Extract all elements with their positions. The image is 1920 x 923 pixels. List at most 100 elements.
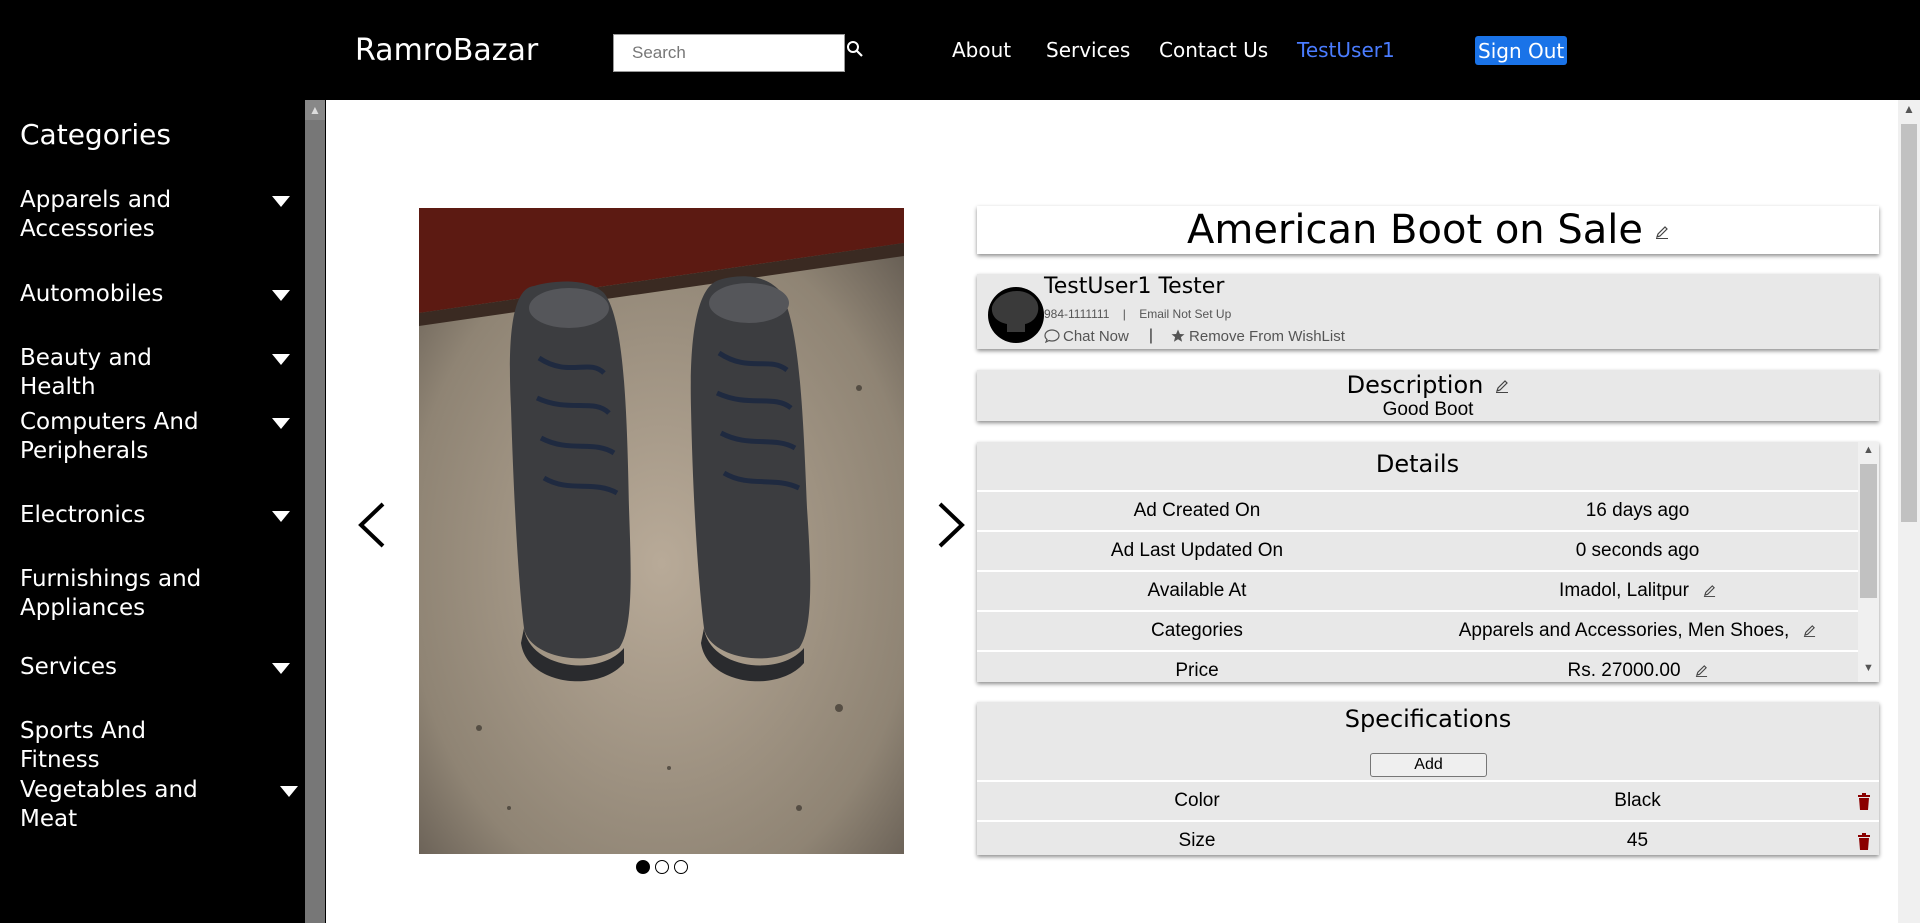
scrollbar-thumb[interactable] (1901, 124, 1917, 522)
sidebar-item-label: Sports And Fitness (20, 718, 146, 773)
details-title: Details (1375, 450, 1460, 478)
caret-down-icon[interactable] (272, 418, 290, 429)
details-value: Imadol, Lalitpur (1559, 580, 1689, 601)
sidebar-item-label: Furnishings and Appliances (20, 566, 202, 621)
details-key: Ad Last Updated On (1110, 540, 1284, 561)
details-value: Rs. 27000.00 (1567, 660, 1681, 681)
carousel-dot[interactable] (655, 860, 669, 874)
description-title: Description (1346, 371, 1484, 399)
sidebar-item-apparels[interactable]: Apparels and Accessories (20, 186, 290, 244)
page-scrollbar[interactable]: ▲ (1898, 100, 1920, 923)
sidebar-item-automobiles[interactable]: Automobiles (20, 280, 290, 309)
nav-services[interactable]: Services (1046, 38, 1130, 62)
search-icon[interactable] (846, 40, 864, 58)
nav-contact[interactable]: Contact Us (1159, 38, 1268, 62)
edit-pencil-icon[interactable] (1803, 624, 1816, 638)
sidebar-item-vegetables[interactable]: Vegetables and Meat (20, 776, 298, 834)
search-input[interactable] (614, 35, 844, 71)
chat-bubble-icon[interactable] (1044, 329, 1060, 343)
brand-logo[interactable]: RamroBazar (355, 33, 538, 68)
carousel-indicators (636, 860, 688, 874)
sidebar-item-electronics[interactable]: Electronics (20, 501, 290, 530)
edit-pencil-icon[interactable] (1495, 379, 1509, 393)
details-key: Available At (1147, 580, 1247, 601)
details-value: 16 days ago (1585, 500, 1690, 521)
sidebar-item-label: Computers And Peripherals (20, 409, 199, 464)
caret-down-icon[interactable] (280, 786, 298, 797)
sidebar-item-computers[interactable]: Computers And Peripherals (20, 408, 290, 466)
details-value-wrap: Apparels and Accessories, Men Shoes, (1417, 612, 1858, 650)
sidebar-item-label: Beauty and Health (20, 345, 152, 400)
carousel-prev-button[interactable] (353, 500, 393, 550)
details-panel: Details Ad Created On 16 days ago Ad Las… (977, 442, 1879, 682)
sidebar-item-beauty-health[interactable]: Beauty and Health (20, 344, 290, 402)
edit-pencil-icon[interactable] (1695, 664, 1708, 678)
spec-value: Black (1614, 790, 1661, 811)
caret-down-icon[interactable] (272, 290, 290, 301)
sidebar-item-furnishings[interactable]: Furnishings and Appliances (20, 565, 290, 623)
trash-icon[interactable] (1857, 833, 1871, 850)
star-icon[interactable] (1171, 329, 1185, 343)
seller-email: Email Not Set Up (1139, 307, 1232, 321)
nav-user-profile[interactable]: TestUser1 (1297, 38, 1395, 62)
specifications-panel: Specifications Add Color Black Size 45 (977, 702, 1879, 855)
edit-pencil-icon[interactable] (1655, 225, 1669, 239)
sidebar-item-label: Vegetables and Meat (20, 777, 198, 832)
seller-actions: Chat Now | Remove From WishList (1044, 327, 1345, 345)
spec-value: 45 (1626, 830, 1649, 851)
chat-now-link[interactable]: Chat Now (1063, 328, 1129, 345)
details-key: Categories (1151, 620, 1243, 641)
search-box[interactable] (613, 34, 845, 72)
sidebar-scrollbar[interactable]: ▲ (305, 100, 325, 923)
remove-wishlist-link[interactable]: Remove From WishList (1189, 328, 1345, 345)
seller-name[interactable]: TestUser1 Tester (1044, 274, 1224, 299)
edit-pencil-icon[interactable] (1703, 584, 1716, 598)
description-heading: Description (977, 370, 1879, 400)
carousel-dot[interactable] (636, 860, 650, 874)
seller-panel: TestUser1 Tester 984-1111111 | Email Not… (977, 274, 1879, 349)
add-specification-button[interactable]: Add (1370, 753, 1487, 777)
specifications-title: Specifications (1344, 705, 1512, 733)
specification-row: Size 45 (977, 820, 1879, 860)
caret-down-icon[interactable] (272, 511, 290, 522)
categories-title: Categories (20, 118, 171, 151)
seller-phone: 984-1111111 (1044, 307, 1110, 321)
details-row: Ad Last Updated On 0 seconds ago (977, 530, 1858, 570)
trash-icon[interactable] (1857, 793, 1871, 810)
details-row: Ad Created On 16 days ago (977, 490, 1858, 530)
scroll-up-icon[interactable]: ▲ (1858, 444, 1879, 462)
sidebar-item-label: Electronics (20, 502, 146, 528)
scroll-up-icon[interactable]: ▲ (305, 100, 325, 120)
caret-down-icon[interactable] (272, 354, 290, 365)
carousel-dot[interactable] (674, 860, 688, 874)
caret-down-icon[interactable] (272, 196, 290, 207)
details-value-wrap: Imadol, Lalitpur (1417, 572, 1858, 610)
seller-contact: 984-1111111 | Email Not Set Up (1044, 307, 1231, 321)
caret-down-icon[interactable] (272, 663, 290, 674)
details-row: Price Rs. 27000.00 (977, 650, 1858, 682)
description-panel: Description Good Boot (977, 370, 1879, 421)
top-navbar: RamroBazar About Services Contact Us Tes… (0, 0, 1920, 100)
scrollbar-thumb[interactable] (1860, 464, 1877, 598)
sidebar-item-label: Services (20, 654, 117, 680)
specifications-list: Color Black Size 45 (977, 780, 1879, 860)
chevron-left-icon (358, 502, 385, 548)
sidebar-item-label: Apparels and Accessories (20, 187, 172, 242)
sidebar-item-sports[interactable]: Sports And Fitness (20, 717, 290, 775)
sign-out-button[interactable]: Sign Out (1475, 36, 1568, 65)
scroll-down-icon[interactable]: ▼ (1858, 662, 1879, 680)
ad-title: American Boot on Sale (1186, 207, 1643, 253)
details-key: Price (1175, 660, 1219, 681)
specification-row: Color Black (977, 780, 1879, 820)
scroll-up-icon[interactable]: ▲ (1898, 102, 1920, 120)
ad-title-panel: American Boot on Sale (977, 206, 1879, 254)
actions-divider: | (1148, 327, 1154, 344)
product-image[interactable] (419, 208, 904, 854)
details-scrollbar[interactable]: ▲ ▼ (1858, 442, 1879, 682)
carousel-next-button[interactable] (930, 500, 970, 550)
sidebar-item-services[interactable]: Services (20, 653, 290, 682)
nav-about[interactable]: About (952, 38, 1011, 62)
details-value: 0 seconds ago (1575, 540, 1700, 561)
categories-sidebar: Categories Apparels and Accessories Auto… (0, 100, 305, 923)
avatar[interactable] (987, 282, 1045, 344)
